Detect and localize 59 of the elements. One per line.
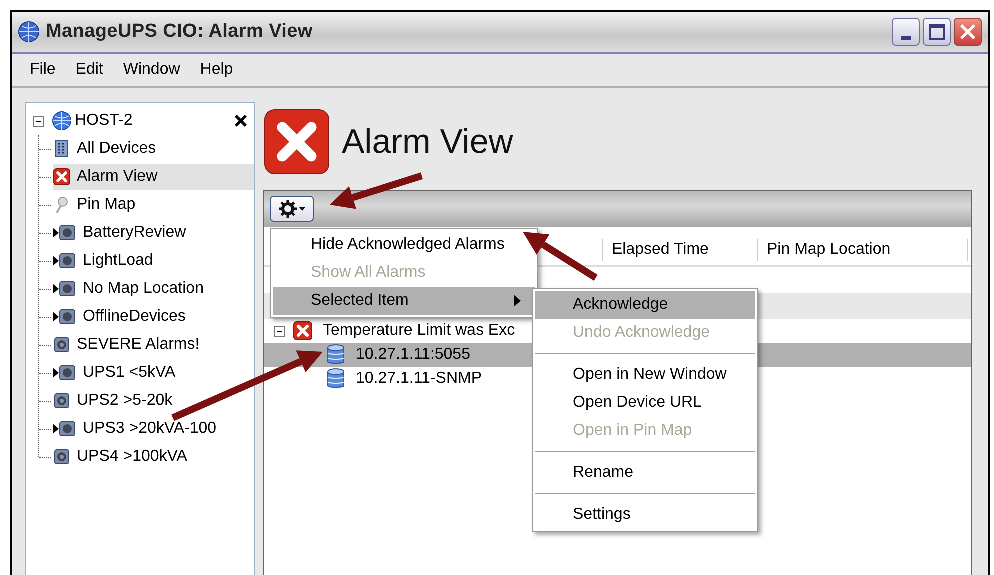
expand-device-icon [53, 252, 77, 270]
menu-item[interactable]: Acknowledge [535, 291, 755, 319]
database-icon [326, 368, 346, 390]
expand-device-icon [53, 364, 77, 382]
tree-item[interactable]: SEVERE Alarms! [53, 332, 254, 358]
maximize-icon [929, 24, 945, 40]
database-icon [326, 344, 346, 366]
globe-icon [52, 111, 72, 131]
collapse-icon[interactable] [33, 116, 44, 126]
close-icon[interactable] [234, 114, 248, 128]
device-icon [53, 392, 71, 410]
expand-device-icon [53, 224, 77, 242]
tree-item[interactable]: BatteryReview [53, 220, 254, 246]
tree-item[interactable]: UPS1 <5kVA [53, 360, 254, 386]
menu-item[interactable]: Help [190, 61, 244, 79]
column-header[interactable]: Elapsed Time [602, 239, 757, 261]
menu-item[interactable]: Open Device URL [535, 389, 755, 417]
tree-item[interactable]: Pin Map [53, 192, 254, 218]
tree-item[interactable]: OfflineDevices [53, 304, 254, 330]
menu-item[interactable]: File [20, 61, 66, 79]
expand-device-icon [53, 308, 77, 326]
tree-item[interactable]: UPS2 >5-20k [53, 388, 254, 414]
close-button[interactable] [954, 18, 982, 46]
expand-device-icon [53, 280, 77, 298]
maximize-button[interactable] [923, 18, 951, 46]
tree-item[interactable]: Alarm View [53, 164, 254, 190]
settings-button[interactable] [270, 196, 314, 222]
menu-item[interactable]: Open in New Window [535, 361, 755, 389]
device-icon [53, 336, 71, 354]
collapse-icon[interactable] [274, 326, 285, 336]
page-title: Alarm View [342, 122, 514, 162]
globe-icon [18, 21, 40, 43]
alarm-icon [264, 109, 330, 175]
window-title: ManageUPS CIO: Alarm View [46, 21, 313, 43]
minimize-icon [901, 36, 911, 40]
table-row[interactable]: 10.27.1.11-SNMP [264, 367, 490, 391]
menu-item[interactable]: Rename [535, 459, 755, 487]
tree-item[interactable]: LightLoad [53, 248, 254, 274]
gear-icon [278, 200, 296, 218]
menu-item[interactable]: Settings [535, 501, 755, 529]
tree-item[interactable]: UPS3 >20kVA-100 [53, 416, 254, 442]
tree-item[interactable]: All Devices [53, 136, 254, 162]
tree-item[interactable]: No Map Location [53, 276, 254, 302]
alarm-icon [293, 321, 313, 341]
minimize-button[interactable] [892, 18, 920, 46]
caret-icon [298, 207, 306, 211]
alarm-icon [53, 168, 71, 186]
menu-item[interactable]: Hide Acknowledged Alarms [273, 231, 535, 259]
column-header[interactable]: Pin Map Location [757, 239, 968, 261]
alarm-text: Temperature Limit was Exc [323, 322, 516, 340]
close-icon [960, 24, 976, 40]
tree-item[interactable]: UPS4 >100kVA [53, 444, 254, 470]
menu-item[interactable]: Edit [66, 61, 114, 79]
tree-item[interactable]: HOST-2 [75, 112, 133, 130]
expand-device-icon [53, 420, 77, 438]
menu-item[interactable]: Selected Item [273, 287, 535, 315]
menu-item[interactable]: Window [113, 61, 190, 79]
device-icon [53, 448, 71, 466]
building-icon [53, 140, 71, 158]
